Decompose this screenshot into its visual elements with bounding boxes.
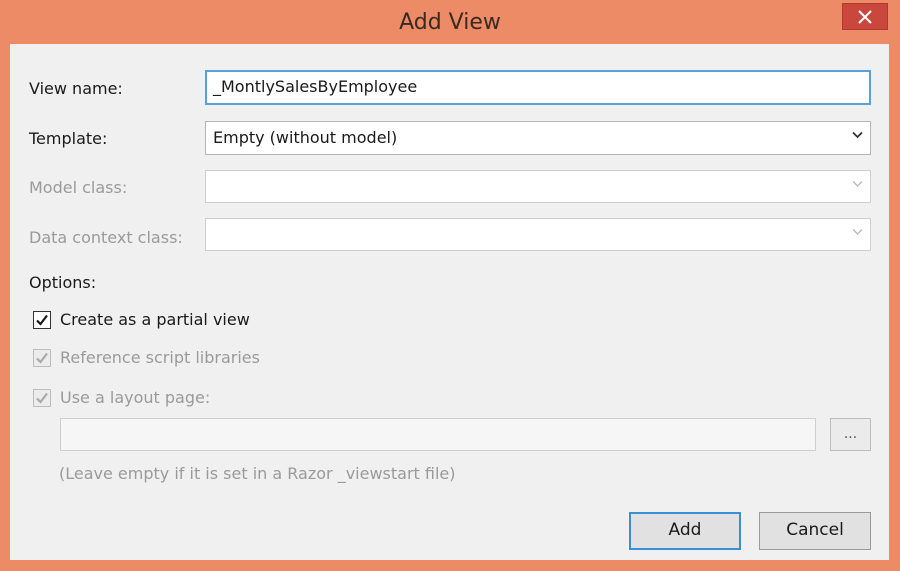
partial-view-label[interactable]: Create as a partial view: [60, 310, 250, 329]
checkmark-icon: [36, 392, 48, 404]
partial-view-checkbox[interactable]: [33, 311, 51, 329]
chevron-down-icon: [852, 180, 863, 188]
view-name-value: _MontlySalesByEmployee: [213, 77, 418, 96]
use-layout-label: Use a layout page:: [60, 388, 211, 407]
layout-path-input[interactable]: [60, 418, 816, 451]
close-button[interactable]: [842, 3, 888, 30]
model-class-label: Model class:: [29, 178, 128, 197]
template-label: Template:: [29, 129, 108, 148]
template-value: Empty (without model): [213, 128, 398, 147]
checkmark-icon: [36, 352, 48, 364]
close-icon: [858, 10, 872, 24]
use-layout-checkbox[interactable]: [33, 389, 51, 407]
data-context-label: Data context class:: [29, 228, 183, 247]
options-heading: Options:: [29, 273, 97, 292]
dialog-title: Add View: [399, 10, 501, 35]
add-view-dialog: Add View View name: _MontlySalesByEmploy…: [0, 0, 900, 571]
browse-button[interactable]: ...: [830, 418, 871, 451]
title-bar[interactable]: Add View: [0, 0, 900, 44]
chevron-down-icon: [852, 228, 863, 236]
layout-hint: (Leave empty if it is set in a Razor _vi…: [59, 464, 456, 483]
view-name-label: View name:: [29, 79, 123, 98]
checkmark-icon: [36, 314, 48, 326]
dialog-body: View name: _MontlySalesByEmployee Templa…: [10, 44, 889, 560]
reference-scripts-label: Reference script libraries: [60, 348, 260, 367]
template-select[interactable]: Empty (without model): [205, 121, 871, 155]
cancel-button[interactable]: Cancel: [759, 512, 871, 550]
model-class-select[interactable]: [205, 170, 871, 203]
add-button[interactable]: Add: [629, 512, 741, 550]
data-context-select[interactable]: [205, 218, 871, 251]
view-name-input[interactable]: _MontlySalesByEmployee: [205, 70, 871, 105]
reference-scripts-checkbox[interactable]: [33, 349, 51, 367]
chevron-down-icon: [852, 131, 863, 139]
